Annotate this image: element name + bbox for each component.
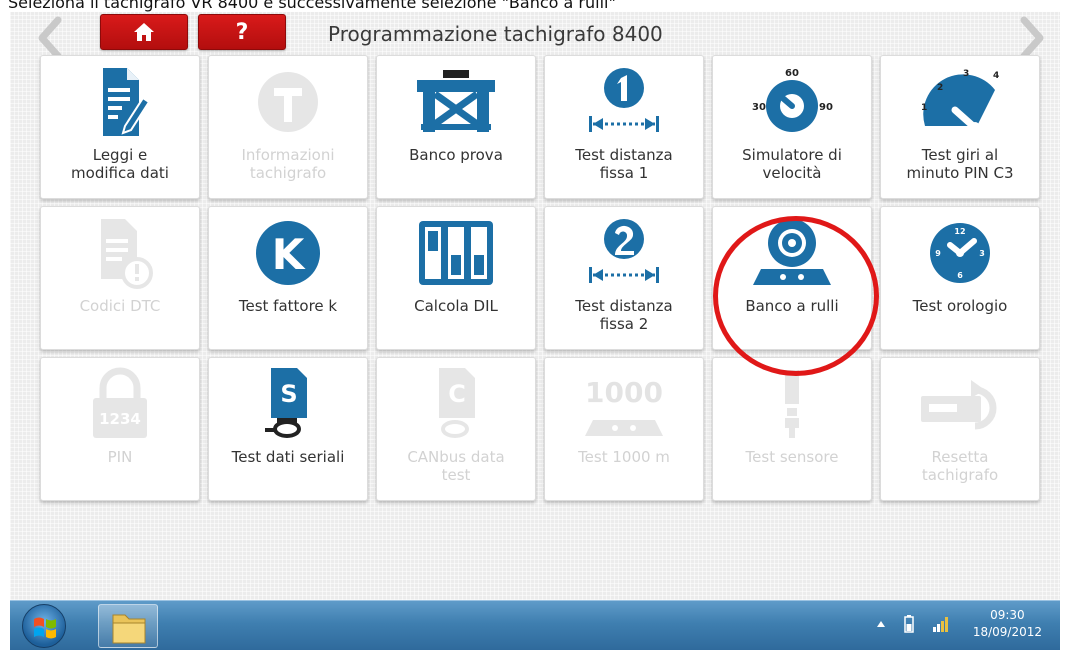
help-button[interactable]: ? — [198, 14, 286, 50]
fixed-distance-1-icon — [579, 64, 669, 140]
rpm-mark-3: 3 — [963, 69, 969, 79]
rpm-gauge-icon: 1 2 3 4 — [915, 64, 1005, 140]
tile-label: Test dati seriali — [231, 448, 345, 466]
dtc-codes-icon — [75, 215, 165, 291]
tile-banco-prova[interactable]: Banco prova — [376, 55, 536, 199]
gauge-mark-30: 30 — [752, 102, 766, 113]
rpm-mark-1: 1 — [921, 103, 927, 113]
tile-test-dati-seriali[interactable]: S Test dati seriali — [208, 357, 368, 501]
test-1000m-icon: 1000 — [579, 366, 669, 442]
distance-glyph: 1000 — [585, 376, 663, 409]
tile-label: Test sensore — [745, 448, 839, 466]
clock-mark-9: 9 — [935, 249, 941, 258]
show-hidden-icons-icon[interactable] — [876, 620, 886, 628]
roller-bench-icon — [747, 215, 837, 291]
pin-glyph: 1234 — [99, 410, 141, 428]
tile-leggi-modifica-dati[interactable]: Leggi e modifica dati — [40, 55, 200, 199]
tile-label: Banco a rulli — [745, 297, 839, 315]
tile-test-1000m: 1000 Test 1000 m — [544, 357, 704, 501]
tile-label: PIN — [107, 448, 133, 466]
canbus-glyph: C — [448, 380, 466, 408]
gauge-mark-60: 60 — [785, 68, 799, 79]
network-signal-icon[interactable] — [932, 615, 950, 633]
tile-canbus-data-test: C CANbus data test — [376, 357, 536, 501]
dil-switches-icon — [411, 215, 501, 291]
taskbar-clock[interactable]: 09:30 18/09/2012 — [973, 607, 1042, 641]
tile-label: Test distanza fissa 1 — [575, 146, 673, 182]
tile-label: CANbus data test — [407, 448, 505, 484]
tile-test-giri-minuto[interactable]: 1 2 3 4 Test giri al minuto PIN C3 — [880, 55, 1040, 199]
folder-icon — [112, 614, 146, 644]
k-factor-icon: K — [243, 215, 333, 291]
clock-mark-6: 6 — [957, 271, 963, 280]
tile-label: Banco prova — [409, 146, 503, 164]
windows-logo-icon — [34, 617, 56, 639]
system-tray — [876, 615, 950, 633]
tile-label: Leggi e modifica dati — [71, 146, 169, 182]
explorer-taskbar-button[interactable] — [98, 604, 158, 648]
tile-label: Simulatore di velocità — [742, 146, 842, 182]
tile-label: Informazioni tachigrafo — [241, 146, 335, 182]
document-edit-icon — [75, 64, 165, 140]
clock-time: 09:30 — [990, 608, 1025, 622]
tile-test-distanza-fissa-2[interactable]: Test distanza fissa 2 — [544, 206, 704, 350]
fixed-distance-2-icon — [579, 215, 669, 291]
speed-simulator-icon: 60 30 90 — [747, 64, 837, 140]
tile-simulatore-velocita[interactable]: 60 30 90 Simulatore di velocità — [712, 55, 872, 199]
test-bench-icon — [411, 64, 501, 140]
tile-label: Resetta tachigrafo — [921, 448, 999, 484]
tile-test-sensore: Test sensore — [712, 357, 872, 501]
tile-resetta-tachigrafo: Resetta tachigrafo — [880, 357, 1040, 501]
tile-banco-a-rulli[interactable]: Banco a rulli — [712, 206, 872, 350]
clock-mark-3: 3 — [979, 249, 985, 258]
battery-icon[interactable] — [904, 615, 914, 633]
tile-label: Test giri al minuto PIN C3 — [906, 146, 1014, 182]
start-button[interactable] — [22, 604, 66, 648]
serial-data-icon: S — [243, 366, 333, 442]
tachograph-info-icon — [243, 64, 333, 140]
clock-date: 18/09/2012 — [972, 625, 1042, 639]
tile-calcola-dil[interactable]: Calcola DIL — [376, 206, 536, 350]
tile-pin: 1234 PIN — [40, 357, 200, 501]
serial-glyph: S — [280, 380, 297, 408]
clock-mark-12: 12 — [954, 227, 965, 236]
tile-codici-dtc: Codici DTC — [40, 206, 200, 350]
tile-test-orologio[interactable]: 12 3 6 9 Test orologio — [880, 206, 1040, 350]
tile-test-fattore-k[interactable]: K Test fattore k — [208, 206, 368, 350]
tile-test-distanza-fissa-1[interactable]: Test distanza fissa 1 — [544, 55, 704, 199]
canbus-icon: C — [411, 366, 501, 442]
tile-label: Test distanza fissa 2 — [575, 297, 673, 333]
rpm-mark-2: 2 — [937, 83, 943, 93]
reset-tachograph-icon — [915, 366, 1005, 442]
tile-label: Calcola DIL — [414, 297, 498, 315]
sensor-icon — [747, 366, 837, 442]
tile-label: Test fattore k — [238, 297, 338, 315]
home-button[interactable] — [100, 14, 188, 50]
tile-label: Test orologio — [912, 297, 1008, 315]
k-glyph: K — [272, 230, 306, 279]
page-title: Programmazione tachigrafo 8400 — [328, 22, 663, 46]
gauge-mark-90: 90 — [819, 102, 833, 113]
home-icon — [134, 23, 154, 41]
pin-lock-icon: 1234 — [75, 366, 165, 442]
windows-taskbar: 09:30 18/09/2012 — [10, 600, 1060, 650]
clock-icon: 12 3 6 9 — [915, 215, 1005, 291]
help-label: ? — [235, 19, 249, 45]
tile-informazioni-tachigrafo: Informazioni tachigrafo — [208, 55, 368, 199]
tile-label: Test 1000 m — [578, 448, 670, 466]
rpm-mark-4: 4 — [993, 71, 999, 81]
tile-label: Codici DTC — [79, 297, 161, 315]
function-grid: Leggi e modifica dati Informazioni tachi… — [40, 55, 1040, 501]
